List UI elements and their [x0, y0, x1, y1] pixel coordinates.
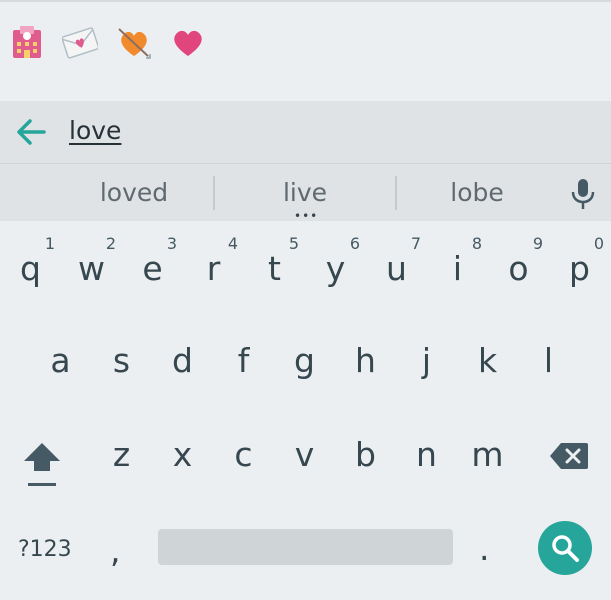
- suggestion-item[interactable]: loved: [64, 178, 204, 207]
- key-h[interactable]: h: [335, 341, 396, 380]
- suggestion-strip: loved live ••• lobe: [0, 163, 611, 222]
- search-action-button[interactable]: [538, 521, 592, 575]
- microphone-icon[interactable]: [570, 178, 596, 210]
- key-a[interactable]: a: [30, 341, 91, 380]
- key-r[interactable]: r: [183, 249, 244, 288]
- shift-icon[interactable]: [22, 439, 62, 489]
- love-letter-emoji[interactable]: [62, 24, 98, 60]
- key-i[interactable]: i: [427, 249, 488, 288]
- key-k[interactable]: k: [457, 341, 518, 380]
- love-hotel-emoji[interactable]: [9, 24, 45, 60]
- search-query-text[interactable]: love: [69, 116, 121, 145]
- key-w[interactable]: w: [61, 249, 122, 288]
- key-x[interactable]: x: [152, 435, 213, 474]
- symbols-key[interactable]: ?123: [18, 537, 72, 562]
- backspace-icon[interactable]: [549, 441, 589, 471]
- key-c[interactable]: c: [213, 435, 274, 474]
- key-period[interactable]: .: [479, 529, 490, 568]
- suggestion-divider: [213, 176, 215, 210]
- emoji-search-row: love: [0, 101, 611, 163]
- key-s[interactable]: s: [91, 341, 152, 380]
- heart-with-arrow-emoji[interactable]: [116, 24, 152, 60]
- key-l[interactable]: l: [518, 341, 579, 380]
- key-q[interactable]: q: [0, 249, 61, 288]
- key-b[interactable]: b: [335, 435, 396, 474]
- key-d[interactable]: d: [152, 341, 213, 380]
- suggestion-item[interactable]: lobe: [407, 178, 547, 207]
- key-u[interactable]: u: [366, 249, 427, 288]
- key-v[interactable]: v: [274, 435, 335, 474]
- key-j[interactable]: j: [396, 341, 457, 380]
- key-f[interactable]: f: [213, 341, 274, 380]
- emoji-results-bar: [0, 0, 611, 101]
- key-m[interactable]: m: [457, 435, 518, 474]
- key-t[interactable]: t: [244, 249, 305, 288]
- key-y[interactable]: y: [305, 249, 366, 288]
- suggestion-item[interactable]: live: [235, 178, 375, 207]
- keyboard: 1 2 3 4 5 6 7 8 9 0 q w e r t y u i o p …: [0, 221, 611, 600]
- key-g[interactable]: g: [274, 341, 335, 380]
- key-o[interactable]: o: [488, 249, 549, 288]
- suggestion-divider: [395, 176, 397, 210]
- arrow-left-icon[interactable]: [14, 115, 48, 149]
- key-comma[interactable]: ,: [110, 531, 121, 570]
- key-e[interactable]: e: [122, 249, 183, 288]
- key-z[interactable]: z: [91, 435, 152, 474]
- search-icon: [552, 535, 579, 562]
- heart-emoji[interactable]: [170, 24, 206, 60]
- more-suggestions-indicator[interactable]: •••: [294, 210, 318, 222]
- space-bar[interactable]: [158, 529, 453, 565]
- key-n[interactable]: n: [396, 435, 457, 474]
- key-p[interactable]: p: [549, 249, 610, 288]
